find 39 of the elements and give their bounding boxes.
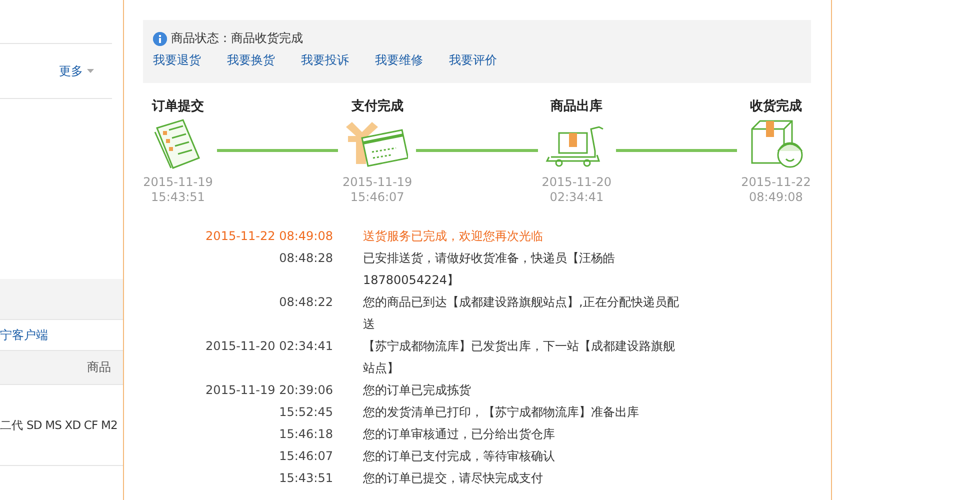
log-time: 15:52:45: [278, 404, 333, 421]
log-message: 您的商品已到达【成都建设路旗舰站点】,正在分配快递员配送: [363, 294, 680, 333]
log-time: 15:43:51: [278, 470, 333, 487]
step-title: 商品出库: [550, 98, 603, 116]
log-message: 您的发货清单已打印，【苏宁成都物流库】准备出库: [363, 404, 640, 421]
table-header: 商品: [0, 351, 123, 385]
step-title: 订单提交: [152, 98, 204, 116]
action-link[interactable]: 我要维修: [375, 52, 423, 69]
step-time: 2015-11-22 08:49:08: [741, 175, 811, 205]
action-link[interactable]: 我要投诉: [301, 52, 349, 69]
log-time: 08:48:22: [278, 294, 333, 311]
caret-icon: [87, 69, 94, 73]
log-message: 送货服务已完成，欢迎您再次光临: [363, 228, 544, 245]
checklist-icon: [153, 118, 203, 170]
step-time: 2015-11-20 02:34:41: [542, 175, 612, 205]
step-title: 支付完成: [351, 98, 404, 116]
product-name: 二代 SD MS XD CF M2: [0, 385, 123, 466]
log-message: 【苏宁成都物流库】已发货出库，下一站【成都建设路旗舰站点】: [363, 338, 676, 377]
status-text: 商品状态：商品收货完成: [171, 30, 303, 47]
step-time: 2015-11-19 15:46:07: [342, 175, 412, 205]
action-link[interactable]: 我要退货: [153, 52, 201, 69]
log-message: 您的订单审核通过，已分给出货仓库: [363, 426, 556, 443]
log-message: 您的订单已支付完成，等待审核确认: [363, 448, 556, 465]
more-link[interactable]: 更多: [59, 62, 83, 80]
action-link[interactable]: 我要换货: [227, 52, 275, 69]
log-message: 已安排送货，请做好收货准备，快递员【汪杨皓 18780054224】: [363, 250, 616, 289]
info-icon: [153, 32, 167, 46]
log-time: 08:48:28: [278, 250, 333, 267]
log-message: 您的订单已提交，请尽快完成支付: [363, 470, 544, 487]
client-link[interactable]: 宁客户端: [0, 326, 48, 344]
log-message: 您的订单已完成拣货: [363, 382, 472, 399]
action-link[interactable]: 我要评价: [449, 52, 497, 69]
log-time: 2015-11-22 08:49:08: [204, 228, 333, 245]
log-time: 2015-11-19 20:39:06: [204, 382, 333, 399]
log-time: 15:46:07: [278, 448, 333, 465]
step-time: 2015-11-19 15:43:51: [143, 175, 213, 205]
step-title: 收货完成: [750, 98, 802, 116]
log-time: 15:46:18: [278, 426, 333, 443]
log-time: 2015-11-20 02:34:41: [204, 338, 333, 355]
